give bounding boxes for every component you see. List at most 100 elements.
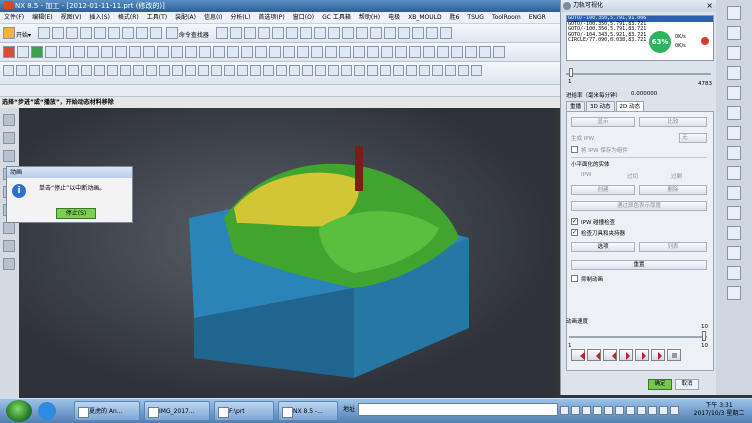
menu-tsug[interactable]: TSUG [463, 12, 488, 23]
history-palette-icon[interactable] [727, 126, 741, 140]
operation-icon-3[interactable] [31, 46, 43, 58]
reuse-icon[interactable] [3, 258, 15, 270]
radio-excess[interactable]: 过剩 [671, 172, 682, 180]
tool-icon-9[interactable] [327, 27, 340, 39]
operation-icon-18[interactable] [241, 46, 253, 58]
open-icon[interactable] [51, 27, 64, 39]
view-icon-17[interactable] [211, 65, 222, 76]
save-ipw-checkbox[interactable] [571, 146, 578, 153]
address-input[interactable] [358, 403, 558, 416]
first-icon[interactable] [571, 349, 585, 361]
operation-icon-4[interactable] [45, 46, 57, 58]
tray-icon-1[interactable] [560, 406, 569, 415]
command-finder-icon[interactable] [165, 27, 178, 39]
view-icon-6[interactable] [68, 65, 79, 76]
selection-bar[interactable] [0, 85, 560, 97]
operation-icon-22[interactable] [297, 46, 309, 58]
operation-icon-5[interactable] [59, 46, 71, 58]
view-icon-10[interactable] [120, 65, 131, 76]
part-navigator-icon[interactable] [727, 46, 741, 60]
menu-help[interactable]: 帮助(H) [355, 12, 384, 23]
operation-icon-13[interactable] [171, 46, 183, 58]
menu-tools[interactable]: 工具(T) [143, 12, 171, 23]
operation-icon-33[interactable] [451, 46, 463, 58]
view-icon-37[interactable] [471, 65, 482, 76]
copy-icon[interactable] [93, 27, 106, 39]
view-icon-18[interactable] [224, 65, 235, 76]
menu-electrode[interactable]: 电极 [384, 12, 404, 23]
cancel-button[interactable]: 取消 [675, 379, 699, 390]
new-icon[interactable] [37, 27, 50, 39]
system-scene-icon[interactable] [727, 206, 741, 220]
operation-icon-14[interactable] [185, 46, 197, 58]
operation-icon-11[interactable] [143, 46, 155, 58]
delete-button[interactable]: 删除 [639, 185, 707, 195]
operation-icon-1[interactable] [3, 46, 15, 58]
start-icon[interactable] [3, 27, 15, 39]
radio-ipw[interactable]: IPW [581, 172, 591, 178]
view-icon-7[interactable] [81, 65, 92, 76]
stop-button[interactable]: 停止(S) [56, 208, 96, 219]
delete-icon[interactable] [121, 27, 134, 39]
view-icon-27[interactable] [341, 65, 352, 76]
slider-thumb[interactable] [569, 68, 573, 77]
operation-icon-16[interactable] [213, 46, 225, 58]
play-icon[interactable] [619, 349, 633, 361]
tray-icon-8[interactable] [637, 406, 646, 415]
roles-icon[interactable] [727, 186, 741, 200]
view-icon-12[interactable] [146, 65, 157, 76]
operation-icon-24[interactable] [325, 46, 337, 58]
view-icon-23[interactable] [289, 65, 300, 76]
qq-icon[interactable] [38, 402, 56, 420]
tool-icon-4[interactable] [257, 27, 270, 39]
operation-icon-21[interactable] [283, 46, 295, 58]
speed-thumb[interactable] [702, 331, 706, 341]
view-icon-29[interactable] [367, 65, 378, 76]
view-icon-15[interactable] [185, 65, 196, 76]
stop-icon[interactable] [667, 349, 681, 361]
view-icon-13[interactable] [159, 65, 170, 76]
view-icon-28[interactable] [354, 65, 365, 76]
menu-edit[interactable]: 编辑(E) [28, 12, 56, 23]
ipw-select[interactable]: 无 [679, 133, 707, 143]
operation-icon-30[interactable] [409, 46, 421, 58]
view-icon-9[interactable] [107, 65, 118, 76]
view-icon-19[interactable] [237, 65, 248, 76]
menu-preferences[interactable]: 首选项(P) [254, 12, 288, 23]
start-button[interactable]: 开始▾ [16, 30, 31, 39]
paste-icon[interactable] [107, 27, 120, 39]
operation-icon-7[interactable] [87, 46, 99, 58]
operation-icon-15[interactable] [199, 46, 211, 58]
tool-icon-1[interactable] [215, 27, 228, 39]
cut-icon[interactable] [79, 27, 92, 39]
operation-navigator-icon[interactable] [727, 246, 741, 260]
view-icon-26[interactable] [328, 65, 339, 76]
menu-sheng6[interactable]: 胜6 [446, 12, 464, 23]
gear-icon[interactable] [563, 2, 571, 10]
clock[interactable]: 下午 3:31 2017/10/3 星期二 [690, 402, 748, 418]
tool-icon-8[interactable] [313, 27, 326, 39]
operation-icon-34[interactable] [465, 46, 477, 58]
menu-engr[interactable]: ENGR [525, 12, 550, 23]
redo-icon[interactable] [149, 27, 162, 39]
menu-file[interactable]: 文件(F) [0, 12, 28, 23]
view-icon-11[interactable] [133, 65, 144, 76]
tray-icon-6[interactable] [615, 406, 624, 415]
view-icon-20[interactable] [250, 65, 261, 76]
view-icon-4[interactable] [42, 65, 53, 76]
task-item-2[interactable]: IMG_2017... [144, 401, 210, 421]
assembly-navigator-icon[interactable] [727, 6, 741, 20]
view-icon-16[interactable] [198, 65, 209, 76]
step-back-icon[interactable] [587, 349, 601, 361]
volume-icon[interactable] [670, 406, 679, 415]
operation-icon-23[interactable] [311, 46, 323, 58]
parts-icon[interactable] [3, 150, 15, 162]
operation-icon-27[interactable] [367, 46, 379, 58]
view-icon-33[interactable] [419, 65, 430, 76]
navigator-icon[interactable] [3, 114, 15, 126]
compare-button[interactable]: 比较 [639, 117, 707, 127]
tool-icon-2[interactable] [229, 27, 242, 39]
options-button[interactable]: 选项 [571, 242, 635, 252]
graphics-window[interactable] [19, 108, 556, 398]
ok-button[interactable]: 确定 [648, 379, 672, 390]
